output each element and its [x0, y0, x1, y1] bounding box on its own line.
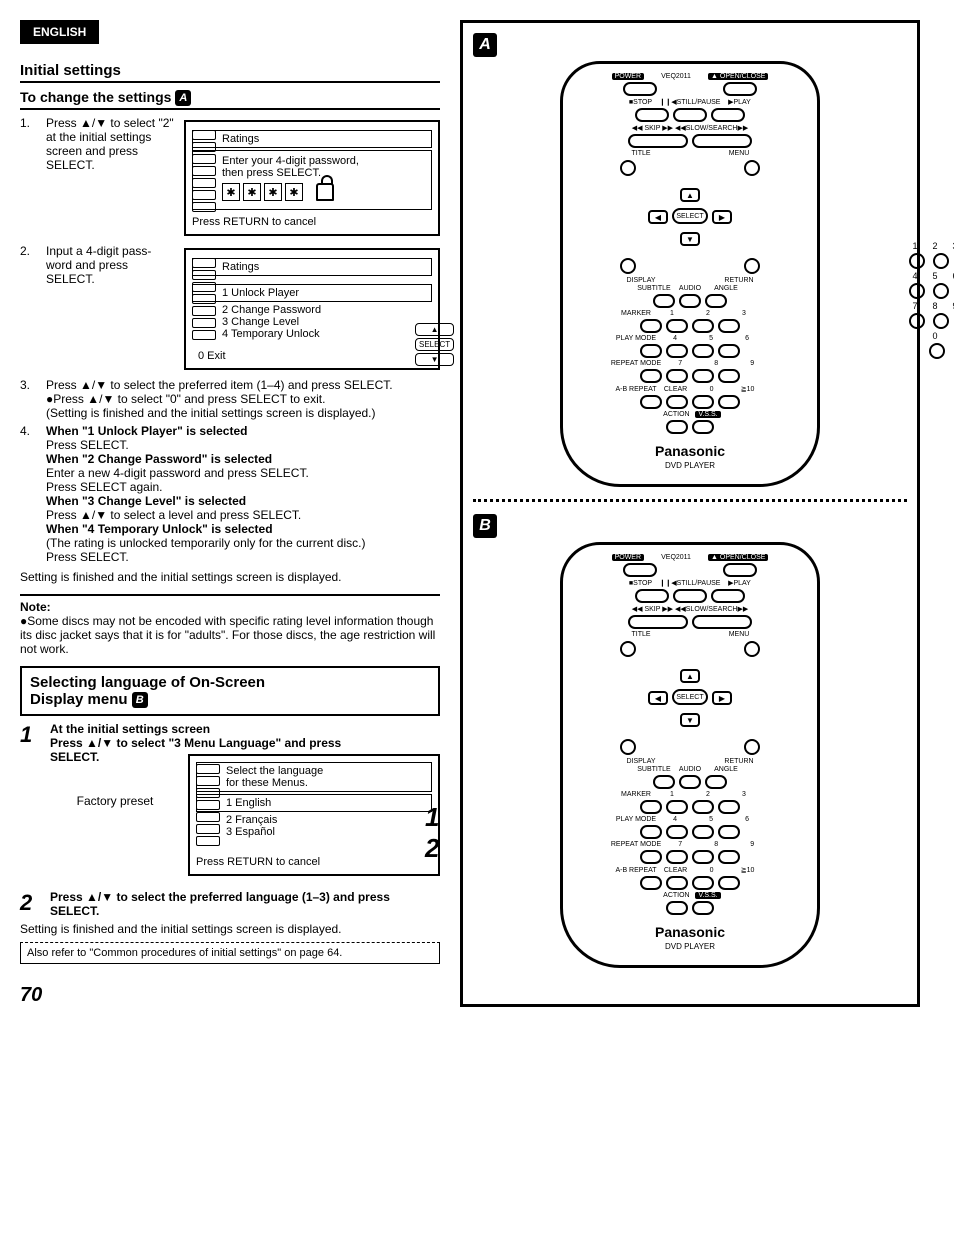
step4c-text: Press ▲/▼ to select a level and press SE… [46, 508, 440, 522]
lang-step2-num: 2 [20, 890, 42, 918]
screen1-return: Press RETURN to cancel [192, 216, 432, 228]
step4b-heading: When "2 Change Password" is selected [46, 452, 440, 466]
step1-text: Press ▲/▼ to select "2" at the initial s… [46, 116, 176, 240]
password-boxes: ✱ ✱ ✱ ✱ [222, 183, 427, 201]
note-text: ●Some discs may not be encoded with spec… [20, 614, 440, 656]
lang-opt3: 3 Español [196, 826, 432, 838]
lang-finish: Setting is finished and the initial sett… [20, 922, 440, 936]
marker-b-inline: B [132, 692, 148, 708]
language-badge: ENGLISH [20, 20, 99, 44]
screen-icon-strip [192, 128, 216, 214]
dpad-a: ▲▼◀▶ SELECT [640, 182, 740, 252]
step4b-text1: Enter a new 4-digit password and press S… [46, 466, 440, 480]
step4d-heading: When "4 Temporary Unlock" is selected [46, 522, 440, 536]
heading-initial-settings: Initial settings [20, 62, 440, 83]
dotted-divider [473, 499, 907, 502]
pw-box-3: ✱ [264, 183, 282, 201]
lang-instr2: SELECT. [50, 750, 180, 764]
sub-b: DVD PLAYER [569, 942, 811, 951]
screen-ratings-password: Ratings Enter your 4-digit password, the… [184, 120, 440, 236]
lang-step2-text: Press ▲/▼ to select the preferred langua… [50, 890, 440, 918]
pw-box-2: ✱ [243, 183, 261, 201]
panel-marker-b: B [473, 514, 497, 538]
section-b-title2: Display menu [30, 691, 128, 708]
remote-b: POWERVEQ2011▲ OPEN/CLOSE ■STOP❙❙◀STILL/P… [560, 542, 820, 968]
marker-a-inline: A [175, 90, 191, 106]
brand-b: Panasonic [569, 924, 811, 940]
step4-num: 4. [20, 424, 38, 564]
step4c-heading: When "3 Change Level" is selected [46, 494, 440, 508]
screen2-opt1: 1 Unlock Player [192, 284, 432, 302]
screen-icon-strip-2 [192, 256, 216, 342]
screen2-opt4: 4 Temporary Unlock [192, 328, 432, 340]
step3-text: Press ▲/▼ to select the preferred item (… [46, 378, 440, 392]
lang-opt2: 2 Français [196, 814, 432, 826]
remote-a: POWERVEQ2011▲ OPEN/CLOSE ■STOP❙❙◀STILL/P… [560, 61, 820, 487]
step3-sub2: (Setting is finished and the initial set… [46, 406, 440, 420]
step4d-text2: Press SELECT. [46, 550, 440, 564]
factory-preset-label: Factory preset [50, 794, 180, 808]
step2-text: Input a 4-digit pass-word and press SELE… [46, 244, 176, 374]
lang-scr-t1: Select the language [201, 765, 427, 777]
panel-marker-a: A [473, 33, 497, 57]
screen2-exit: 0 Exit [192, 350, 432, 362]
section-b-title1: Selecting language of On-Screen [30, 674, 265, 691]
lang-opt1: 1 English [196, 794, 432, 812]
step4a-heading: When "1 Unlock Player" is selected [46, 424, 440, 438]
step4a-text: Press SELECT. [46, 438, 440, 452]
screen-icon-strip-3 [196, 762, 220, 848]
dpad-b: ▲▼◀▶ SELECT [640, 663, 740, 733]
callout-a-buttons: ▲ SELECT ▼ [413, 321, 456, 368]
screen1-line1: Enter your 4-digit password, [197, 155, 427, 167]
screen-language-menu: Select the language for these Menus. 1 E… [188, 754, 440, 876]
step3-num: 3. [20, 378, 38, 420]
step4d-text1: (The rating is unlocked temporarily only… [46, 536, 440, 550]
lang-pre: At the initial settings screen [50, 722, 440, 736]
screen2-opt3: 3 Change Level [192, 316, 432, 328]
lang-return: Press RETURN to cancel [196, 856, 432, 868]
screen1-line2: then press SELECT. [197, 167, 427, 179]
page-number: 70 [20, 984, 440, 1007]
ref-box: Also refer to "Common procedures of init… [20, 942, 440, 964]
lang-scr-t2: for these Menus. [201, 777, 427, 789]
pw-box-4: ✱ [285, 183, 303, 201]
section-language-heading: Selecting language of On-Screen Display … [20, 666, 440, 716]
heading-change-settings-text: To change the settings [20, 89, 171, 105]
step2-num: 2. [20, 244, 38, 374]
heading-change-settings: To change the settings A [20, 89, 440, 110]
callout-a-numbers: 123 456 789 0 [907, 241, 954, 361]
note-label: Note: [20, 600, 440, 614]
brand-a: Panasonic [569, 443, 811, 459]
screen2-opt2: 2 Change Password [192, 304, 432, 316]
pw-box-1: ✱ [222, 183, 240, 201]
callout-b-step-numbers: 1 2 [425, 802, 439, 864]
lock-icon [316, 183, 334, 201]
screen-ratings-menu: Ratings 1 Unlock Player 2 Change Passwor… [184, 248, 440, 370]
step1-num: 1. [20, 116, 38, 240]
lang-instr1: Press ▲/▼ to select "3 Menu Language" an… [50, 736, 440, 750]
lang-step1-num: 1 [20, 722, 42, 880]
screen2-title: Ratings [192, 258, 432, 276]
remote-illustration-panel: A ▲ SELECT ▼ 123 456 789 0 POWERVEQ2011▲… [460, 20, 920, 1007]
step4b-text2: Press SELECT again. [46, 480, 440, 494]
screen1-title: Ratings [192, 130, 432, 148]
step3-sub1: ●Press ▲/▼ to select "0" and press SELEC… [46, 392, 440, 406]
sub-a: DVD PLAYER [569, 461, 811, 470]
finish-line: Setting is finished and the initial sett… [20, 570, 440, 584]
